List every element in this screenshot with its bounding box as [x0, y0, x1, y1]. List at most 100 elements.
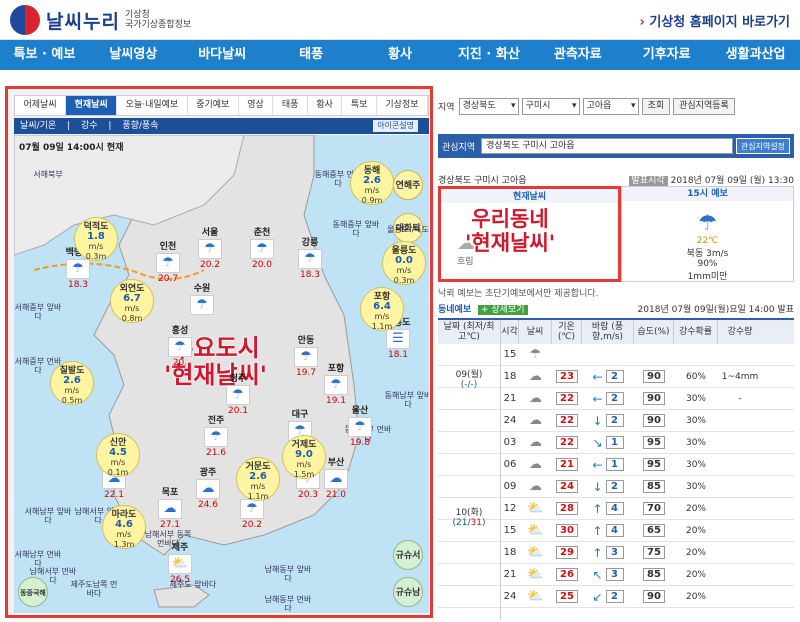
col-date: 날짜 (최저/최고℃) — [438, 320, 501, 344]
city-5[interactable]: 수원 ☂ — [186, 281, 218, 316]
wind-speed-value: 2 — [605, 480, 624, 493]
subtab-weather-temp[interactable]: 날씨/기온 — [20, 121, 56, 131]
wind-station-4[interactable]: 마라도 4.6 m/s 1.3m — [102, 505, 146, 549]
city-name: 수원 — [193, 284, 211, 294]
search-button[interactable]: 조회 — [641, 97, 671, 115]
wind-speed: 2.6 — [63, 375, 81, 386]
day-minmax: (21/31) — [452, 518, 486, 528]
map-side-button-0[interactable]: 연해주 — [393, 170, 423, 200]
cloud-icon: ☁ — [158, 499, 182, 519]
arrow-down-right-icon: ↘ — [592, 435, 603, 450]
city-14[interactable]: 광주 ☁ 24.6 — [192, 465, 224, 510]
register-favorite-button[interactable]: 관심지역등록 — [673, 97, 735, 115]
wind-station-1[interactable]: 외연도 6.7 m/s 0.8m — [110, 279, 154, 323]
favorite-region-select[interactable]: 경상북도 구미시 고아읍 — [481, 138, 733, 154]
rain-icon: ☂ — [298, 249, 322, 269]
city-17[interactable]: 목포 ☁ 27.1 — [154, 485, 186, 530]
city-name: 제주 — [171, 543, 189, 553]
city-7[interactable]: 안동 ☂ 19.7 — [290, 333, 322, 378]
wind-speed-value: 4 — [605, 524, 624, 537]
nav-item-1[interactable]: 날씨영상 — [89, 40, 178, 70]
humidity-value: 90 — [643, 414, 665, 427]
rain-icon: ☂ — [348, 417, 372, 437]
city-3[interactable]: 인천 ☂ 20.7 — [152, 239, 184, 284]
nav-item-4[interactable]: 황사 — [356, 40, 445, 70]
tab-2[interactable]: 오늘·내일예보 — [117, 96, 188, 115]
humidity-cell: 65 — [634, 524, 674, 537]
col-wind: 바람 (풍향,m/s) — [582, 320, 634, 344]
humidity-value: 75 — [643, 546, 665, 559]
city-select[interactable]: 구미시 — [521, 97, 580, 115]
tab-3[interactable]: 중기예보 — [188, 96, 239, 115]
tab-5[interactable]: 태풍 — [273, 96, 308, 115]
icon-legend-button[interactable]: 아이콘설명 — [373, 120, 418, 132]
city-0[interactable]: 서울 ☂ 20.2 — [194, 225, 226, 270]
forecast-panel: 지역 경상북도 구미시 고아읍 조회 관심지역등록 관심지역 경상북도 구미시 … — [438, 86, 794, 620]
wind-station-6[interactable]: 울릉도 0.0 m/s 0.3m — [382, 241, 426, 285]
city-9[interactable]: 포항 ☂ 19.1 — [320, 361, 352, 406]
cloud-icon: ☁ — [196, 479, 220, 499]
tab-6[interactable]: 황사 — [308, 96, 343, 115]
forecast-temp-value: 24 — [556, 480, 578, 493]
subtab-rain[interactable]: 강수 — [81, 121, 98, 131]
issue-time-badge: 발표시각 — [628, 176, 668, 186]
wind-station-9[interactable]: 거문도 2.6 m/s 1.1m — [236, 457, 280, 501]
tab-8[interactable]: 기상정보 — [377, 96, 429, 115]
wind-station-8[interactable]: 거제도 9.0 m/s 1.5m — [282, 435, 326, 479]
city-temp: 27.1 — [159, 520, 181, 530]
subtab-wind[interactable]: 풍향/풍속 — [122, 121, 158, 131]
city-10[interactable]: 전주 ☂ 21.6 — [200, 413, 232, 458]
precip-prob: 20% — [685, 591, 706, 602]
nav-item-5[interactable]: 지진 · 화산 — [444, 40, 533, 70]
humidity-value: 85 — [643, 480, 665, 493]
rain-icon: ☂ — [294, 347, 318, 367]
temp-cell: 21 — [552, 458, 582, 471]
city-1[interactable]: 춘천 ☂ 20.0 — [246, 225, 278, 270]
city-6[interactable]: 홍성 ☂ 20. — [164, 323, 196, 368]
city-2[interactable]: 강릉 ☂ 18.3 — [294, 235, 326, 280]
city-19[interactable]: 제주 ⛅ 26.5 — [164, 540, 196, 585]
wind-station-5[interactable]: 동해 2.6 m/s 0.9m — [350, 161, 394, 205]
partly-cloudy-icon: ⛅ — [168, 554, 192, 574]
nav-item-2[interactable]: 바다날씨 — [178, 40, 267, 70]
tab-7[interactable]: 특보 — [342, 96, 377, 115]
town-select[interactable]: 고아읍 — [582, 97, 639, 115]
tab-4[interactable]: 영상 — [239, 96, 274, 115]
map-side-button-2[interactable]: 규슈서해 — [393, 540, 423, 591]
city-12[interactable]: 울산 ☂ 19.8 — [344, 403, 376, 448]
tab-1[interactable]: 현재날씨 — [66, 96, 118, 115]
nav-item-7[interactable]: 기후자료 — [622, 40, 711, 70]
favorite-setting-button[interactable]: 관심지역설정 — [735, 138, 790, 154]
nav-item-3[interactable]: 태풍 — [267, 40, 356, 70]
site-logo[interactable]: 날씨누리 기상청 국가기상종합정보 — [10, 5, 191, 35]
wind-speed: 1.8 — [87, 231, 105, 242]
neighborhood-overlay: 우리동네 '현재날씨' — [465, 207, 556, 255]
cloud-icon: ☁ — [529, 369, 542, 384]
precip-amount: - — [738, 393, 742, 404]
forecast-hour: 24 — [503, 415, 517, 426]
forecast-hour: 21 — [503, 393, 517, 404]
map-side-button-3[interactable]: 규슈남해 — [393, 577, 423, 607]
nav-item-6[interactable]: 관측자료 — [533, 40, 622, 70]
province-select[interactable]: 경상북도 — [458, 97, 519, 115]
wind-station-3[interactable]: 신안 4.5 m/s 0.1m — [96, 433, 140, 477]
wind-speed-value: 2 — [605, 590, 624, 603]
nav-item-8[interactable]: 생활과산업 — [711, 40, 800, 70]
city-8[interactable]: 청주 ☂ 20.1 — [222, 371, 254, 416]
forecast-temp: 22℃ — [696, 236, 719, 246]
nav-item-0[interactable]: 특보 · 예보 — [0, 40, 89, 70]
arrow-up-icon: ↑ — [592, 523, 603, 538]
tab-0[interactable]: 어제날씨 — [15, 96, 67, 115]
day-cell-1: 10(화) (21/31) — [438, 413, 501, 620]
wind-station-7[interactable]: 포항 6.4 m/s 1.1m — [360, 287, 404, 331]
arrow-down-left-icon: ↙ — [592, 589, 603, 604]
kma-home-link[interactable]: › 기상청 홈페이지 바로가기 — [639, 11, 790, 30]
city-temp: 20.0 — [251, 260, 273, 270]
detail-button[interactable]: + 상세보기 — [478, 305, 528, 315]
wind-station-2[interactable]: 칠발도 2.6 m/s 0.5m — [50, 361, 94, 405]
forecast-temp-value: 30 — [556, 524, 578, 537]
precip-prob: 30% — [685, 415, 706, 426]
current-weather-box: 현재날씨 ☁ 흐림 우리동네 '현재날씨' — [438, 186, 621, 282]
rain-icon: ☂ — [198, 239, 222, 259]
wind-station-0[interactable]: 덕적도 1.8 m/s 0.3m — [74, 217, 118, 261]
